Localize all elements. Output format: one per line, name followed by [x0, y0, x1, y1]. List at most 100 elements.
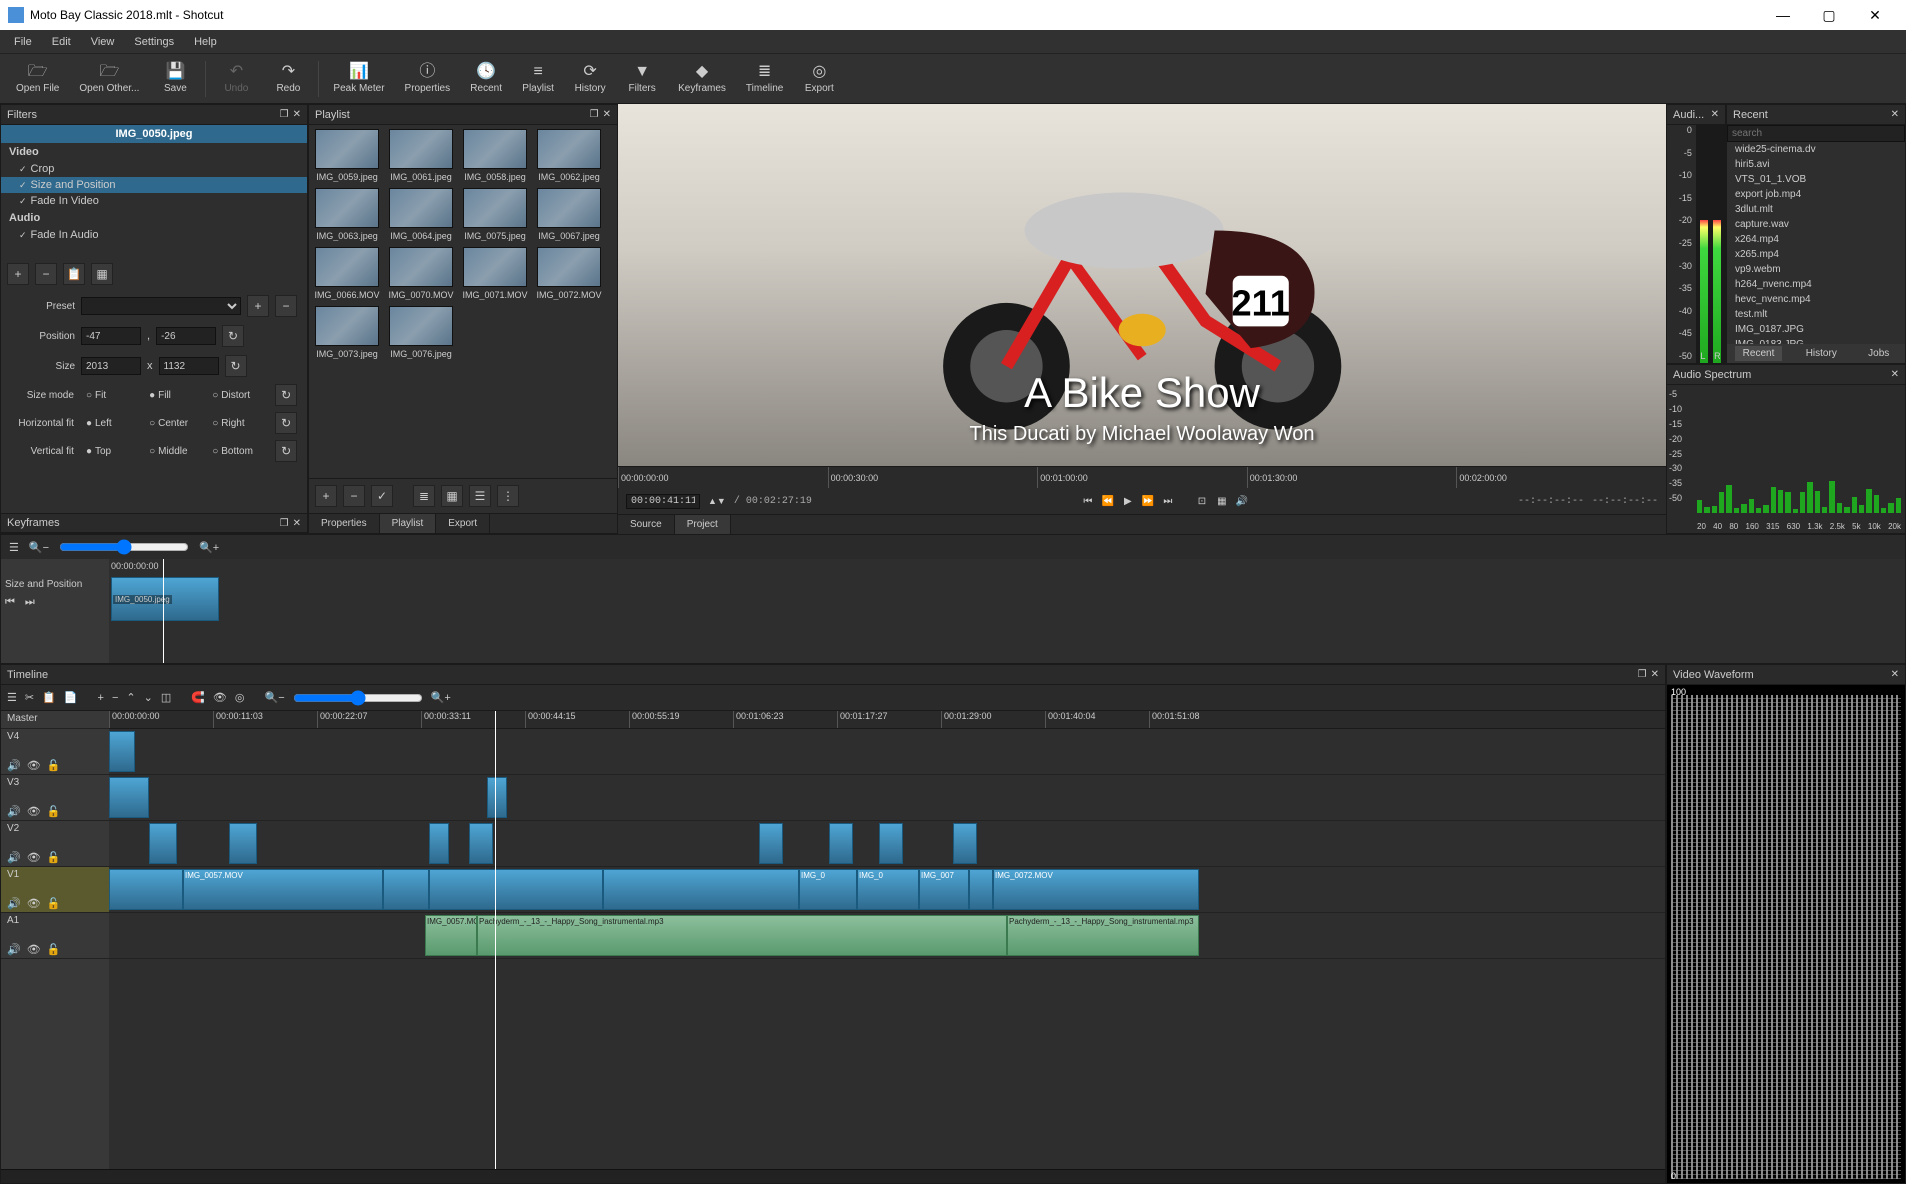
eye-icon[interactable]: 👁 — [27, 759, 41, 772]
recent-item[interactable]: vp9.webm — [1727, 262, 1905, 277]
playlist-item[interactable]: IMG_0064.jpeg — [387, 188, 455, 241]
timeline-clip[interactable]: Pachyderm_-_13_-_Happy_Song_instrumental… — [1007, 915, 1199, 956]
timeline-clip[interactable]: IMG_0057.MO — [425, 915, 477, 956]
tab-properties[interactable]: Properties — [309, 514, 380, 533]
play-button[interactable]: ▶ — [1119, 492, 1137, 510]
size-h-input[interactable] — [159, 357, 219, 375]
timeline-clip[interactable]: IMG_0 — [857, 869, 919, 910]
playlist-item[interactable]: IMG_0058.jpeg — [461, 129, 529, 182]
radio-icon[interactable]: ● — [149, 390, 155, 401]
zoom-slider[interactable] — [59, 539, 189, 555]
timeline-track[interactable] — [109, 821, 1665, 867]
open-other-button[interactable]: 🗁Open Other... — [75, 61, 143, 96]
keyframe-playhead[interactable] — [163, 559, 164, 663]
preset-remove-button[interactable]: − — [275, 295, 297, 317]
eye-icon[interactable]: 👁 — [27, 897, 41, 910]
position-reset-button[interactable]: ↻ — [222, 325, 244, 347]
close-button[interactable]: ✕ — [1852, 0, 1898, 30]
timeline-track[interactable] — [109, 729, 1665, 775]
recent-item[interactable]: x265.mp4 — [1727, 247, 1905, 262]
tab-playlist[interactable]: Playlist — [380, 514, 437, 533]
recent-item[interactable]: capture.wav — [1727, 217, 1905, 232]
timeline-clip[interactable] — [429, 823, 449, 864]
add-filter-button[interactable]: + — [7, 263, 29, 285]
radio-icon[interactable]: ○ — [149, 418, 155, 429]
copy-filter-button[interactable]: 📋 — [63, 263, 85, 285]
recent-item[interactable]: wide25-cinema.dv — [1727, 142, 1905, 157]
radio-icon[interactable]: ● — [86, 446, 92, 457]
pl-add-button[interactable]: + — [315, 485, 337, 507]
track-header[interactable]: V2🔊👁🔓 — [1, 821, 109, 867]
properties-button[interactable]: ⓘProperties — [401, 61, 455, 96]
snap-icon[interactable]: 🧲 — [191, 691, 205, 704]
timeline-clip[interactable] — [969, 869, 993, 910]
timeline-clip[interactable] — [429, 869, 603, 910]
undo-button[interactable]: ↶Undo — [216, 61, 256, 96]
menu-view[interactable]: View — [81, 33, 125, 51]
reset-button[interactable]: ↻ — [275, 412, 297, 434]
close-icon[interactable]: ✕ — [1711, 109, 1719, 120]
tab-history[interactable]: History — [1798, 346, 1845, 361]
lock-icon[interactable]: 🔓 — [47, 851, 61, 864]
playlist-item[interactable]: IMG_0062.jpeg — [535, 129, 603, 182]
speaker-icon[interactable]: 🔊 — [7, 805, 21, 818]
filter-item[interactable]: ✓Crop — [1, 161, 307, 177]
recent-item[interactable]: IMG_0183.JPG — [1727, 337, 1905, 344]
zoom-in-icon[interactable]: 🔍+ — [199, 541, 219, 554]
playhead[interactable] — [495, 711, 496, 1169]
timeline-track[interactable]: IMG_0057.MO Pachyderm_-_13_-_Happy_Song_i… — [109, 913, 1665, 959]
undock-icon[interactable]: ❐ — [1638, 669, 1647, 680]
tab-source[interactable]: Source — [618, 515, 675, 534]
playlist-item[interactable]: IMG_0061.jpeg — [387, 129, 455, 182]
close-icon[interactable]: ✕ — [1651, 669, 1659, 680]
split-icon[interactable]: ◫ — [161, 691, 171, 704]
eye-icon[interactable]: 👁 — [27, 943, 41, 956]
track-header[interactable]: V3🔊👁🔓 — [1, 775, 109, 821]
playlist-item[interactable]: IMG_0071.MOV — [461, 247, 529, 300]
tab-recent[interactable]: Recent — [1735, 346, 1783, 361]
undock-icon[interactable]: ❐ — [590, 109, 599, 120]
copy-icon[interactable]: 📋 — [42, 691, 56, 704]
preview-ruler[interactable]: 00:00:00:0000:00:30:0000:01:00:0000:01:3… — [618, 466, 1666, 488]
radio-icon[interactable]: ○ — [86, 390, 92, 401]
recent-item[interactable]: VTS_01_1.VOB — [1727, 172, 1905, 187]
kf-next-button[interactable]: ⏭ — [25, 596, 35, 609]
recent-item[interactable]: x264.mp4 — [1727, 232, 1905, 247]
menu-file[interactable]: File — [4, 33, 42, 51]
keyframe-track[interactable]: 00:00:00:00 IMG_0050.jpeg — [109, 559, 1905, 663]
timeline-clip[interactable]: IMG_0 — [799, 869, 857, 910]
position-y-input[interactable] — [156, 327, 216, 345]
filter-item[interactable]: ✓Fade In Video — [1, 193, 307, 209]
preset-add-button[interactable]: + — [247, 295, 269, 317]
recent-item[interactable]: test.mlt — [1727, 307, 1905, 322]
zoom-in-icon[interactable]: 🔍+ — [431, 691, 451, 704]
undock-icon[interactable]: ❐ — [280, 109, 289, 120]
tab-jobs[interactable]: Jobs — [1860, 346, 1897, 361]
recent-item[interactable]: 3dlut.mlt — [1727, 202, 1905, 217]
eye-icon[interactable]: 👁 — [27, 805, 41, 818]
close-icon[interactable]: ✕ — [603, 109, 611, 120]
recent-item[interactable]: IMG_0187.JPG — [1727, 322, 1905, 337]
playlist-item[interactable]: IMG_0075.jpeg — [461, 188, 529, 241]
lock-icon[interactable]: 🔓 — [47, 759, 61, 772]
recent-button[interactable]: 🕓Recent — [466, 61, 506, 96]
overwrite-icon[interactable]: ⌄ — [144, 691, 153, 704]
timeline-clip[interactable] — [759, 823, 783, 864]
close-icon[interactable]: ✕ — [1891, 369, 1899, 380]
skip-next-button[interactable]: ⏭ — [1159, 492, 1177, 510]
playlist-item[interactable]: IMG_0072.MOV — [535, 247, 603, 300]
menu-settings[interactable]: Settings — [124, 33, 184, 51]
filter-target-file[interactable]: IMG_0050.jpeg — [1, 125, 307, 143]
position-x-input[interactable] — [81, 327, 141, 345]
playlist-item[interactable]: IMG_0063.jpeg — [313, 188, 381, 241]
track-header[interactable]: A1🔊👁🔓 — [1, 913, 109, 959]
spinner-icon[interactable]: ▲▼ — [708, 496, 726, 506]
playlist-item[interactable]: IMG_0059.jpeg — [313, 129, 381, 182]
reset-button[interactable]: ↻ — [275, 384, 297, 406]
radio-icon[interactable]: ○ — [212, 390, 218, 401]
filter-item[interactable]: ✓Size and Position — [1, 177, 307, 193]
recent-item[interactable]: export job.mp4 — [1727, 187, 1905, 202]
close-icon[interactable]: ✕ — [293, 518, 301, 529]
size-w-input[interactable] — [81, 357, 141, 375]
timeline-track[interactable] — [109, 775, 1665, 821]
